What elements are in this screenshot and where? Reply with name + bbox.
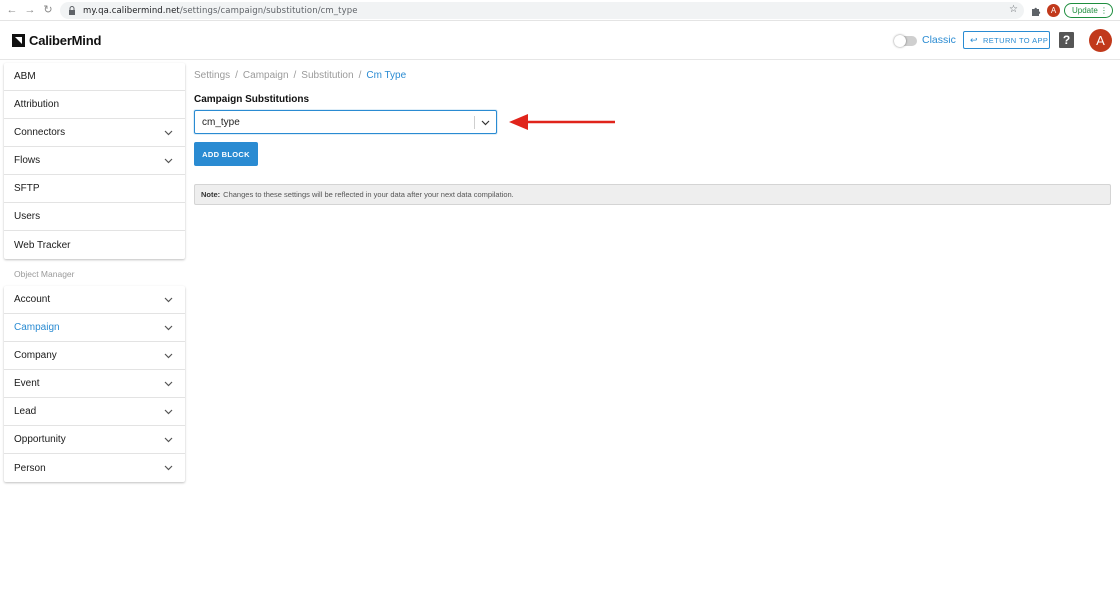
chevron-down-icon	[164, 437, 173, 443]
sidebar-item-label: SFTP	[14, 183, 40, 194]
breadcrumb-substitution[interactable]: Substitution	[301, 70, 353, 81]
sidebar-item-event[interactable]: Event	[4, 370, 185, 398]
sidebar-item-lead[interactable]: Lead	[4, 398, 185, 426]
sidebar-item-account[interactable]: Account	[4, 286, 185, 314]
sidebar-item-attribution[interactable]: Attribution	[4, 91, 185, 119]
breadcrumb-settings[interactable]: Settings	[194, 70, 230, 81]
back-icon[interactable]: ←	[6, 4, 18, 16]
browser-toolbar: ← → ↻ my.qa.calibermind.net/settings/cam…	[0, 0, 1120, 21]
return-to-app-button[interactable]: ↩ RETURN TO APP	[963, 31, 1050, 49]
logo-text: CaliberMind	[29, 33, 102, 48]
sidebar-item-label: Web Tracker	[14, 239, 71, 251]
chevron-down-icon	[164, 353, 173, 359]
sidebar-item-label: ABM	[14, 71, 36, 82]
settings-sidebar: ABM Attribution Connectors Flows SFTP Us…	[4, 63, 185, 482]
sidebar-item-web-tracker[interactable]: Web Tracker	[4, 231, 185, 259]
browser-update-button[interactable]: Update ⋮	[1064, 3, 1113, 18]
sidebar-item-label: Flows	[14, 155, 41, 166]
breadcrumb-separator: /	[293, 70, 297, 81]
browser-profile-avatar[interactable]: A	[1047, 4, 1060, 17]
breadcrumb-separator: /	[235, 70, 238, 81]
sidebar-item-sftp[interactable]: SFTP	[4, 175, 185, 203]
sidebar-item-label: Campaign	[14, 322, 60, 333]
extensions-puzzle-icon[interactable]	[1030, 4, 1042, 16]
address-bar[interactable]: my.qa.calibermind.net/settings/campaign/…	[60, 2, 1024, 19]
sidebar-item-label: Event	[14, 378, 40, 389]
user-avatar[interactable]: A	[1089, 29, 1112, 52]
note-label: Note:	[201, 190, 221, 199]
sidebar-item-label: Lead	[14, 406, 37, 417]
chevron-down-icon	[164, 465, 173, 471]
note-banner: Note: Changes to these settings will be …	[194, 184, 1111, 205]
sidebar-item-label: Account	[14, 294, 51, 305]
select-divider	[474, 116, 475, 129]
more-menu-icon: ⋮	[1100, 6, 1108, 15]
chevron-down-icon	[164, 325, 173, 331]
sidebar-item-label: Opportunity	[14, 434, 66, 445]
substitution-select[interactable]: cm_type	[194, 110, 497, 134]
sidebar-item-company[interactable]: Company	[4, 342, 185, 370]
reload-icon[interactable]: ↻	[42, 4, 54, 16]
chevron-down-icon	[164, 130, 173, 136]
app-header: CaliberMind Classic ↩ RETURN TO APP ? A	[0, 21, 1120, 60]
sidebar-item-flows[interactable]: Flows	[4, 147, 185, 175]
lock-icon	[68, 6, 77, 15]
select-value: cm_type	[202, 116, 240, 128]
sidebar-item-label: Company	[14, 350, 57, 361]
forward-icon[interactable]: →	[24, 4, 36, 16]
breadcrumb-campaign[interactable]: Campaign	[243, 70, 289, 81]
url-host: my.qa.calibermind.net	[83, 5, 180, 16]
sidebar-item-connectors[interactable]: Connectors	[4, 119, 185, 147]
sidebar-item-label: Users	[14, 211, 41, 222]
return-label: RETURN TO APP	[982, 35, 1049, 45]
breadcrumb-separator: /	[358, 70, 362, 81]
chevron-down-icon	[164, 409, 173, 415]
logo-mark-icon	[12, 34, 25, 47]
classic-label: Classic	[922, 34, 956, 46]
add-block-button[interactable]: ADD BLOCK	[194, 142, 258, 166]
sidebar-item-label: Connectors	[14, 127, 66, 138]
bookmark-star-icon[interactable]: ☆	[1009, 4, 1018, 15]
settings-menu: ABM Attribution Connectors Flows SFTP Us…	[4, 63, 185, 259]
chevron-down-icon	[164, 381, 173, 387]
sidebar-item-label: Person	[14, 462, 46, 474]
url-path: /settings/campaign/substitution/cm_type	[179, 5, 358, 16]
calibermind-logo[interactable]: CaliberMind	[12, 33, 101, 48]
sidebar-item-label: Attribution	[14, 99, 60, 110]
sidebar-item-campaign[interactable]: Campaign	[4, 314, 185, 342]
page-title: Campaign Substitutions	[194, 94, 309, 105]
note-text: Changes to these settings will be reflec…	[223, 190, 514, 199]
sidebar-item-person[interactable]: Person	[4, 454, 185, 482]
classic-toggle[interactable]	[894, 35, 917, 47]
object-manager-heading: Object Manager	[14, 268, 75, 279]
sidebar-item-users[interactable]: Users	[4, 203, 185, 231]
annotation-arrow-icon	[509, 114, 615, 130]
object-manager-menu: Account Campaign Company Event Lead Oppo…	[4, 286, 185, 482]
help-icon[interactable]: ?	[1059, 32, 1074, 48]
chevron-down-icon	[164, 158, 173, 164]
update-label: Update	[1072, 6, 1098, 15]
sidebar-item-abm[interactable]: ABM	[4, 63, 185, 91]
chevron-down-icon	[164, 297, 173, 303]
breadcrumb-current: Cm Type	[366, 70, 407, 81]
breadcrumb: Settings / Campaign / Substitution / Cm Typ…	[194, 70, 411, 81]
chevron-down-icon[interactable]	[481, 118, 490, 127]
return-arrow-icon: ↩	[970, 34, 978, 45]
sidebar-item-opportunity[interactable]: Opportunity	[4, 426, 185, 454]
